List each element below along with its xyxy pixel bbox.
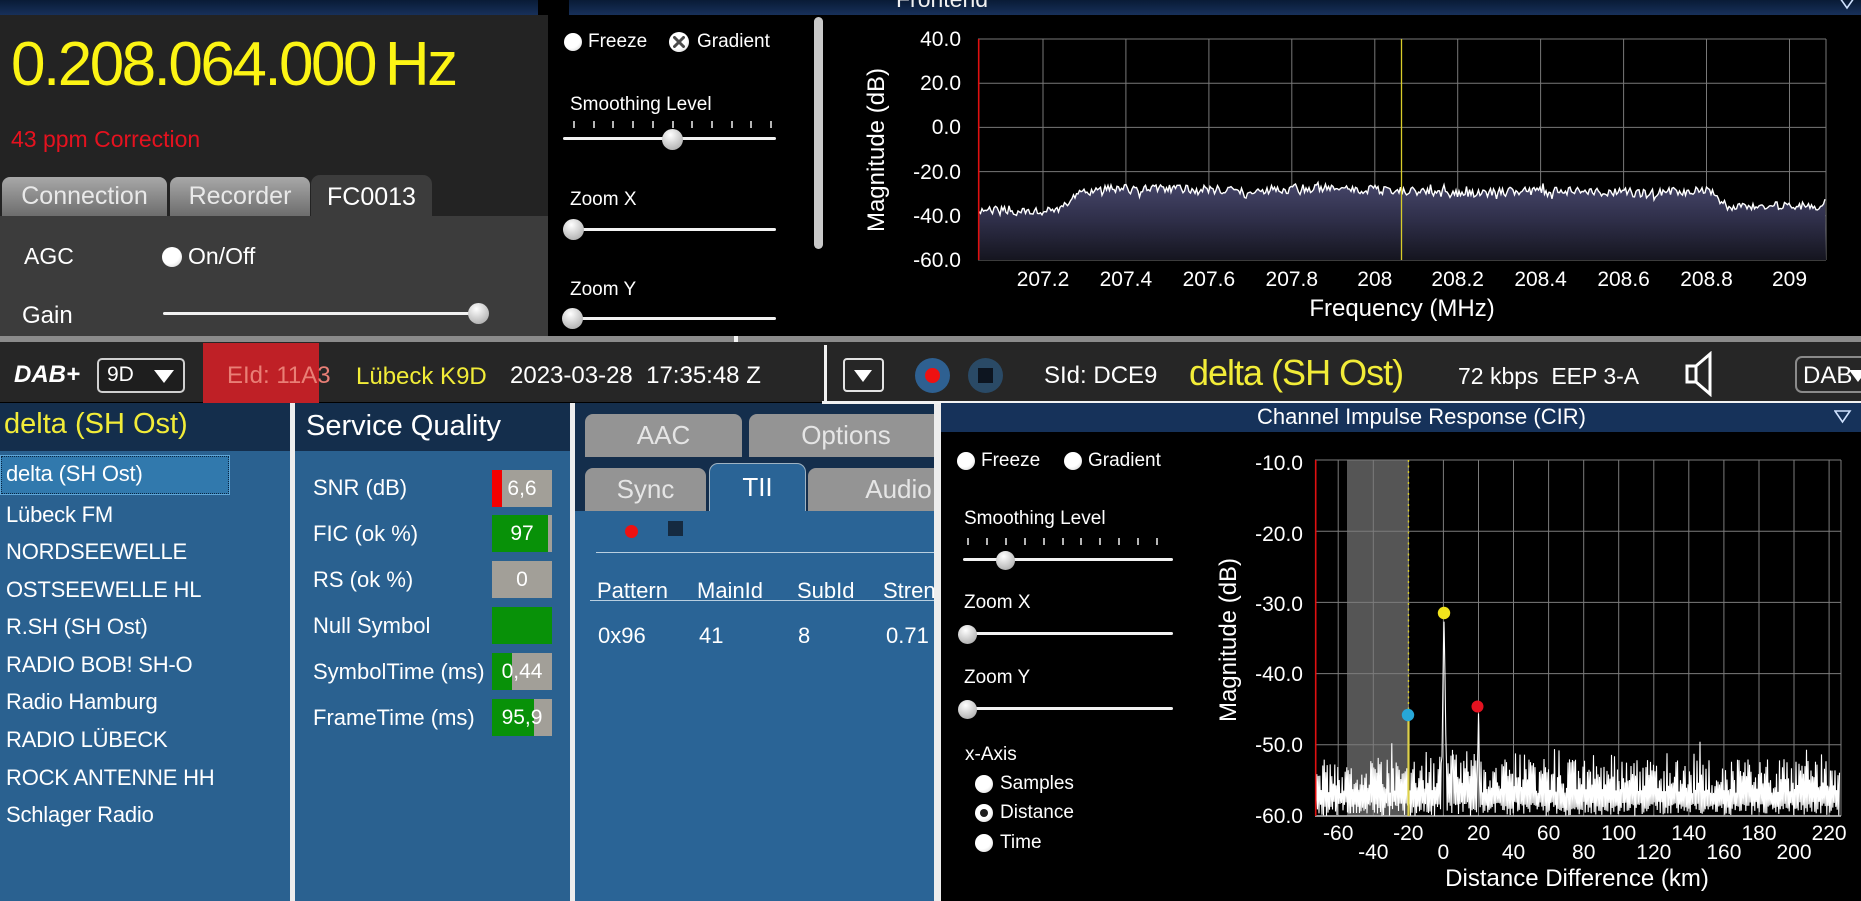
svg-text:40.0: 40.0 (920, 28, 961, 51)
svg-text:200: 200 (1776, 841, 1811, 864)
svg-text:-10.0: -10.0 (1255, 452, 1303, 475)
svg-text:207.8: 207.8 (1266, 268, 1319, 291)
svg-text:209: 209 (1772, 268, 1807, 291)
svg-text:-20: -20 (1393, 822, 1423, 845)
svg-text:-40.0: -40.0 (913, 205, 961, 228)
svg-text:160: 160 (1706, 841, 1741, 864)
svg-text:100: 100 (1601, 822, 1636, 845)
svg-text:Frequency (MHz): Frequency (MHz) (1309, 295, 1494, 322)
svg-text:20: 20 (1467, 822, 1490, 845)
svg-text:-60: -60 (1323, 822, 1353, 845)
svg-text:220: 220 (1812, 822, 1847, 845)
svg-text:0: 0 (1438, 841, 1450, 864)
svg-text:-50.0: -50.0 (1255, 734, 1303, 757)
svg-text:207.2: 207.2 (1017, 268, 1070, 291)
svg-text:208: 208 (1357, 268, 1392, 291)
svg-text:120: 120 (1636, 841, 1671, 864)
svg-text:-60.0: -60.0 (913, 249, 961, 272)
svg-text:-20.0: -20.0 (913, 161, 961, 184)
svg-text:180: 180 (1741, 822, 1776, 845)
svg-text:208.6: 208.6 (1597, 268, 1650, 291)
svg-text:60: 60 (1537, 822, 1560, 845)
svg-text:Magnitude (dB): Magnitude (dB) (1215, 558, 1242, 722)
svg-text:-40: -40 (1358, 841, 1388, 864)
svg-text:-60.0: -60.0 (1255, 805, 1303, 828)
svg-text:Distance Difference (km): Distance Difference (km) (1445, 865, 1709, 892)
svg-text:208.4: 208.4 (1514, 268, 1567, 291)
svg-text:-20.0: -20.0 (1255, 523, 1303, 546)
svg-text:-30.0: -30.0 (1255, 593, 1303, 616)
svg-text:207.6: 207.6 (1183, 268, 1236, 291)
svg-text:20.0: 20.0 (920, 72, 961, 95)
svg-text:80: 80 (1572, 841, 1595, 864)
svg-text:208.8: 208.8 (1680, 268, 1733, 291)
svg-text:140: 140 (1671, 822, 1706, 845)
svg-text:-40.0: -40.0 (1255, 663, 1303, 686)
svg-text:0.0: 0.0 (932, 116, 961, 139)
svg-text:208.2: 208.2 (1431, 268, 1484, 291)
svg-text:40: 40 (1502, 841, 1525, 864)
svg-text:Magnitude (dB): Magnitude (dB) (863, 68, 890, 232)
svg-text:207.4: 207.4 (1100, 268, 1153, 291)
